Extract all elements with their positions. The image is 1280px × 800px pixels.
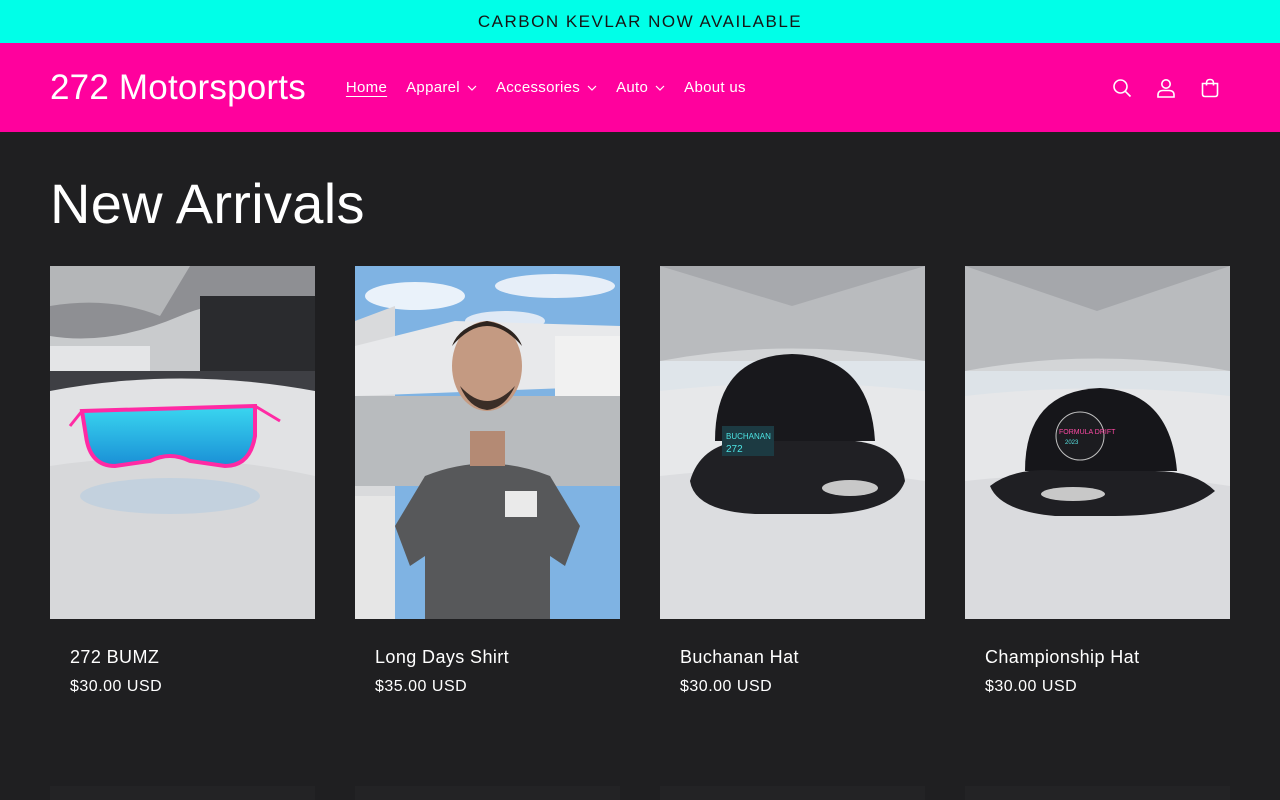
nav-label: Accessories: [495, 79, 581, 96]
section-title: New Arrivals: [50, 172, 365, 235]
announcement-bar: CARBON KEVLAR NOW AVAILABLE: [0, 0, 1280, 43]
product-card[interactable]: Long Days Shirt $35.00 USD: [355, 266, 620, 696]
product-card-placeholder: [965, 786, 1230, 800]
announcement-text: CARBON KEVLAR NOW AVAILABLE: [477, 11, 803, 31]
nav-label: About us: [684, 79, 746, 96]
product-image-shirt[interactable]: [355, 266, 620, 619]
svg-text:BUCHANAN: BUCHANAN: [726, 432, 771, 441]
chevron-down-icon: [655, 85, 665, 91]
product-image-sunglasses[interactable]: [50, 266, 315, 619]
main-nav: Home Apparel Accessories Auto About us: [346, 79, 765, 96]
chevron-down-icon: [587, 85, 597, 91]
search-icon[interactable]: [1110, 76, 1134, 100]
product-price: $35.00 USD: [375, 678, 468, 695]
svg-text:FORMULA DRIFT: FORMULA DRIFT: [1059, 429, 1116, 436]
product-title[interactable]: Long Days Shirt: [375, 647, 600, 668]
product-price: $30.00 USD: [985, 678, 1078, 695]
product-image-championship-hat[interactable]: FORMULA DRIFT 2023: [965, 266, 1230, 619]
product-title[interactable]: 272 BUMZ: [70, 647, 295, 668]
product-card[interactable]: 272 BUMZ $30.00 USD: [50, 266, 315, 696]
product-card-placeholder: [50, 786, 315, 800]
nav-label: Apparel: [406, 79, 460, 96]
account-icon[interactable]: [1154, 76, 1178, 100]
product-price: $30.00 USD: [70, 678, 163, 695]
nav-item-auto[interactable]: Auto: [616, 79, 665, 96]
nav-item-accessories[interactable]: Accessories: [496, 79, 597, 96]
svg-text:2023: 2023: [1065, 440, 1079, 446]
nav-item-apparel[interactable]: Apparel: [406, 79, 477, 96]
store-logo[interactable]: 272 Motorsports: [50, 68, 306, 108]
chevron-down-icon: [467, 85, 477, 91]
product-title[interactable]: Championship Hat: [985, 647, 1210, 668]
product-card[interactable]: FORMULA DRIFT 2023 Championship Hat $30.…: [965, 266, 1230, 696]
product-card-placeholder: [660, 786, 925, 800]
svg-text:272: 272: [726, 444, 743, 455]
nav-item-home[interactable]: Home: [346, 79, 387, 96]
product-grid: 272 BUMZ $30.00 USD Long Days Shirt $35.…: [50, 266, 1230, 696]
nav-label: Auto: [616, 79, 649, 96]
nav-item-about[interactable]: About us: [684, 79, 746, 96]
product-image-buchanan-hat[interactable]: BUCHANAN 272: [660, 266, 925, 619]
nav-label: Home: [345, 79, 388, 96]
product-title[interactable]: Buchanan Hat: [680, 647, 905, 668]
header-icons: [1090, 43, 1222, 132]
product-price: $30.00 USD: [680, 678, 773, 695]
next-product-row: [50, 786, 1270, 800]
product-card-placeholder: [355, 786, 620, 800]
site-header: 272 Motorsports Home Apparel Accessories…: [0, 43, 1280, 132]
main-content: New Arrivals 272 BUMZ $30.00 USD Long Da…: [0, 172, 1280, 696]
cart-icon[interactable]: [1198, 76, 1222, 100]
product-card[interactable]: BUCHANAN 272 Buchanan Hat $30.00 USD: [660, 266, 925, 696]
